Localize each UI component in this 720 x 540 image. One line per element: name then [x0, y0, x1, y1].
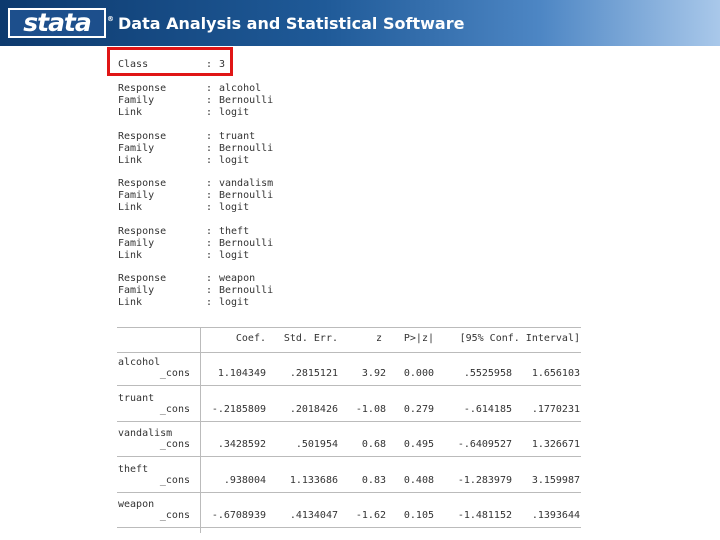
- registered-mark: ®: [107, 15, 114, 23]
- table-row-term: _cons: [159, 368, 190, 379]
- field-sep: :: [206, 155, 213, 166]
- field-sep: :: [206, 83, 213, 94]
- table-cell-ci-hi: 1.326671: [531, 439, 580, 450]
- field-label-response: Response: [118, 273, 167, 284]
- col-header-p: P>|z|: [403, 333, 434, 344]
- field-sep: :: [206, 190, 213, 201]
- table-cell-z: -1.62: [355, 510, 386, 521]
- table-row-term: _cons: [159, 404, 190, 415]
- field-label-response: Response: [118, 178, 167, 189]
- table-cell-se: .501954: [295, 439, 338, 450]
- col-header-ci: [95% Conf. Interval]: [459, 333, 580, 344]
- table-row-rule: [117, 421, 581, 422]
- field-label-family: Family: [118, 285, 155, 296]
- table-cell-coef: .3428592: [217, 439, 266, 450]
- field-sep: :: [206, 131, 213, 142]
- response-value: weapon: [219, 273, 256, 284]
- table-cell-p: 0.279: [403, 404, 434, 415]
- response-value: vandalism: [219, 178, 274, 189]
- logo-text: stata: [23, 8, 92, 37]
- field-label-link: Link: [118, 202, 143, 213]
- table-row-term: _cons: [159, 510, 190, 521]
- field-sep: :: [206, 238, 213, 249]
- table-cell-coef: .938004: [223, 475, 266, 486]
- field-label-family: Family: [118, 95, 155, 106]
- field-label-family: Family: [118, 190, 155, 201]
- table-cell-ci-hi: .1393644: [531, 510, 580, 521]
- table-cell-ci-lo: -.6409527: [457, 439, 512, 450]
- table-cell-z: -1.08: [355, 404, 386, 415]
- field-sep: :: [206, 285, 213, 296]
- field-sep: :: [206, 95, 213, 106]
- family-value: Bernoulli: [219, 285, 274, 296]
- link-value: logit: [219, 250, 250, 261]
- table-cell-ci-lo: -.614185: [463, 404, 512, 415]
- link-value: logit: [219, 202, 250, 213]
- table-row-rule: [117, 527, 581, 528]
- field-sep: :: [206, 250, 213, 261]
- field-sep: :: [206, 273, 213, 284]
- table-cell-coef: -.2185809: [211, 404, 266, 415]
- family-value: Bernoulli: [219, 143, 274, 154]
- table-cell-ci-hi: 1.656103: [531, 368, 580, 379]
- field-sep: :: [206, 202, 213, 213]
- table-cell-ci-hi: .1770231: [531, 404, 580, 415]
- family-value: Bernoulli: [219, 190, 274, 201]
- field-sep: :: [206, 226, 213, 237]
- field-sep: :: [206, 178, 213, 189]
- table-cell-ci-hi: 3.159987: [531, 475, 580, 486]
- table-header-rule: [117, 352, 581, 353]
- table-cell-z: 3.92: [361, 368, 386, 379]
- table-row-term: _cons: [159, 475, 190, 486]
- table-cell-se: .2815121: [289, 368, 338, 379]
- field-label-link: Link: [118, 155, 143, 166]
- table-cell-se: .4134047: [289, 510, 338, 521]
- field-sep: :: [206, 297, 213, 308]
- link-value: logit: [219, 297, 250, 308]
- table-cell-ci-lo: -1.283979: [457, 475, 512, 486]
- class-highlight-box: [107, 47, 233, 76]
- response-value: alcohol: [219, 83, 262, 94]
- table-cell-se: 1.133686: [289, 475, 338, 486]
- link-value: logit: [219, 155, 250, 166]
- field-label-response: Response: [118, 226, 167, 237]
- table-cell-se: .2018426: [289, 404, 338, 415]
- field-label-link: Link: [118, 250, 143, 261]
- table-row-rule: [117, 456, 581, 457]
- table-row-rule: [117, 385, 581, 386]
- family-value: Bernoulli: [219, 238, 274, 249]
- field-label-family: Family: [118, 143, 155, 154]
- stata-logo: stata ®: [8, 8, 114, 38]
- family-value: Bernoulli: [219, 95, 274, 106]
- field-label-link: Link: [118, 297, 143, 308]
- field-sep: :: [206, 107, 213, 118]
- table-cell-coef: -.6708939: [211, 510, 266, 521]
- col-header-se: Std. Err.: [283, 333, 338, 344]
- link-value: logit: [219, 107, 250, 118]
- field-label-link: Link: [118, 107, 143, 118]
- table-cell-p: 0.000: [403, 368, 434, 379]
- field-label-response: Response: [118, 83, 167, 94]
- table-cell-z: 0.68: [361, 439, 386, 450]
- table-row-term: _cons: [159, 439, 190, 450]
- table-cell-p: 0.105: [403, 510, 434, 521]
- table-cell-ci-lo: .5525958: [463, 368, 512, 379]
- table-divider: [200, 327, 201, 533]
- col-header-coef: Coef.: [235, 333, 266, 344]
- response-value: theft: [219, 226, 250, 237]
- field-label-family: Family: [118, 238, 155, 249]
- table-row-rule: [117, 492, 581, 493]
- tagline: Data Analysis and Statistical Software: [118, 14, 465, 33]
- table-cell-p: 0.495: [403, 439, 434, 450]
- table-cell-coef: 1.104349: [217, 368, 266, 379]
- table-cell-p: 0.408: [403, 475, 434, 486]
- col-header-z: z: [375, 333, 382, 344]
- header-banner: stata ® Data Analysis and Statistical Sof…: [0, 0, 720, 46]
- table-cell-ci-lo: -1.481152: [457, 510, 512, 521]
- field-sep: :: [206, 143, 213, 154]
- field-label-response: Response: [118, 131, 167, 142]
- table-cell-z: 0.83: [361, 475, 386, 486]
- response-value: truant: [219, 131, 256, 142]
- table-top-rule: [117, 327, 581, 328]
